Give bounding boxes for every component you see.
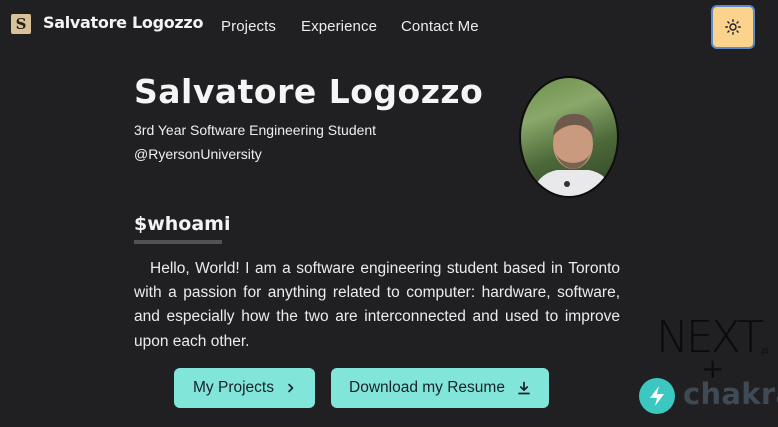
nav-link-contact[interactable]: Contact Me (401, 18, 479, 35)
download-resume-label: Download my Resume (349, 379, 505, 396)
nav-link-projects[interactable]: Projects (221, 18, 276, 35)
chakra-logo-text: chakra (683, 377, 778, 411)
site-logo[interactable]: S (11, 14, 31, 34)
hero-handle: @RyersonUniversity (134, 146, 262, 162)
about-paragraph: Hello, World! I am a software engineerin… (134, 260, 620, 350)
chakra-bolt-icon (639, 378, 675, 414)
section-title-whoami: $whoami (134, 213, 231, 235)
brand-name[interactable]: Salvatore Logozzo (43, 13, 203, 32)
my-projects-button[interactable]: My Projects (174, 368, 315, 408)
section-underline (134, 240, 222, 244)
hero-subtitle: 3rd Year Software Engineering Student (134, 122, 377, 138)
download-resume-button[interactable]: Download my Resume (331, 368, 549, 408)
hero-name: Salvatore Logozzo (134, 72, 484, 111)
avatar (519, 76, 619, 198)
chevron-right-icon (286, 383, 296, 393)
nav-link-experience[interactable]: Experience (301, 18, 377, 35)
my-projects-label: My Projects (193, 379, 274, 396)
theme-toggle-button[interactable] (711, 5, 755, 49)
sun-icon (725, 19, 741, 35)
top-nav: S Salvatore Logozzo Projects Experience … (0, 0, 778, 56)
download-icon (517, 381, 531, 395)
nextjs-suffix: .JS (760, 347, 769, 355)
